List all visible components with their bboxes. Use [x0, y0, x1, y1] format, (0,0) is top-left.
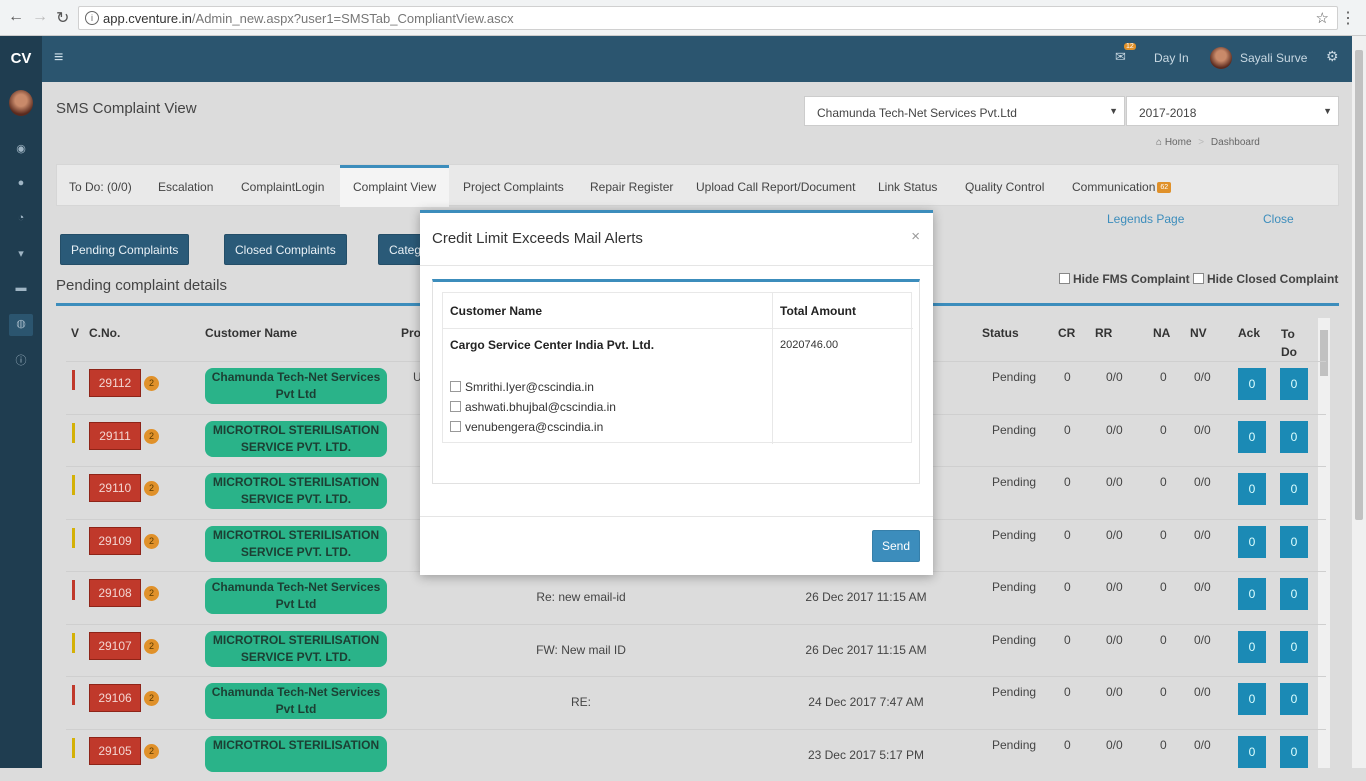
email-option[interactable]: Smrithi.Iyer@cscindia.in: [450, 380, 594, 394]
table-divider: [443, 328, 913, 329]
checkbox-icon[interactable]: [450, 381, 461, 392]
credit-limit-modal: Credit Limit Exceeds Mail Alerts × Custo…: [420, 210, 933, 575]
info-icon[interactable]: i: [85, 11, 99, 25]
col-total-amount: Total Amount: [780, 304, 856, 318]
email-option[interactable]: ashwati.bhujbal@cscindia.in: [450, 400, 616, 414]
url-text: app.cventure.in/Admin_new.aspx?user1=SMS…: [103, 11, 514, 26]
col-customer-name: Customer Name: [450, 304, 543, 318]
modal-title: Credit Limit Exceeds Mail Alerts: [432, 230, 643, 247]
customer-name-cell: Cargo Service Center India Pvt. Ltd.: [450, 338, 655, 352]
modal-content-box: Customer Name Total Amount Cargo Service…: [432, 279, 920, 484]
browser-menu-icon[interactable]: ⋮: [1340, 8, 1356, 28]
browser-toolbar: ← → ↻ i app.cventure.in/Admin_new.aspx?u…: [0, 0, 1366, 36]
page-scrollbar[interactable]: [1352, 36, 1366, 768]
modal-footer-divider: [420, 516, 933, 517]
modal-divider: [420, 265, 933, 266]
reload-button[interactable]: ↻: [56, 8, 69, 28]
page-scroll-thumb[interactable]: [1355, 50, 1363, 520]
forward-button[interactable]: →: [32, 8, 48, 26]
total-amount-cell: 2020746.00: [780, 339, 839, 351]
send-button[interactable]: Send: [872, 530, 920, 562]
email-option[interactable]: venubengera@cscindia.in: [450, 420, 603, 434]
checkbox-icon[interactable]: [450, 421, 461, 432]
credit-table: Customer Name Total Amount Cargo Service…: [442, 292, 913, 444]
bookmark-star-icon[interactable]: ☆: [1316, 9, 1329, 27]
back-button[interactable]: ←: [8, 8, 24, 26]
table-divider: [772, 293, 773, 444]
address-bar[interactable]: i app.cventure.in/Admin_new.aspx?user1=S…: [78, 6, 1338, 30]
close-icon[interactable]: ×: [911, 228, 920, 245]
checkbox-icon[interactable]: [450, 401, 461, 412]
